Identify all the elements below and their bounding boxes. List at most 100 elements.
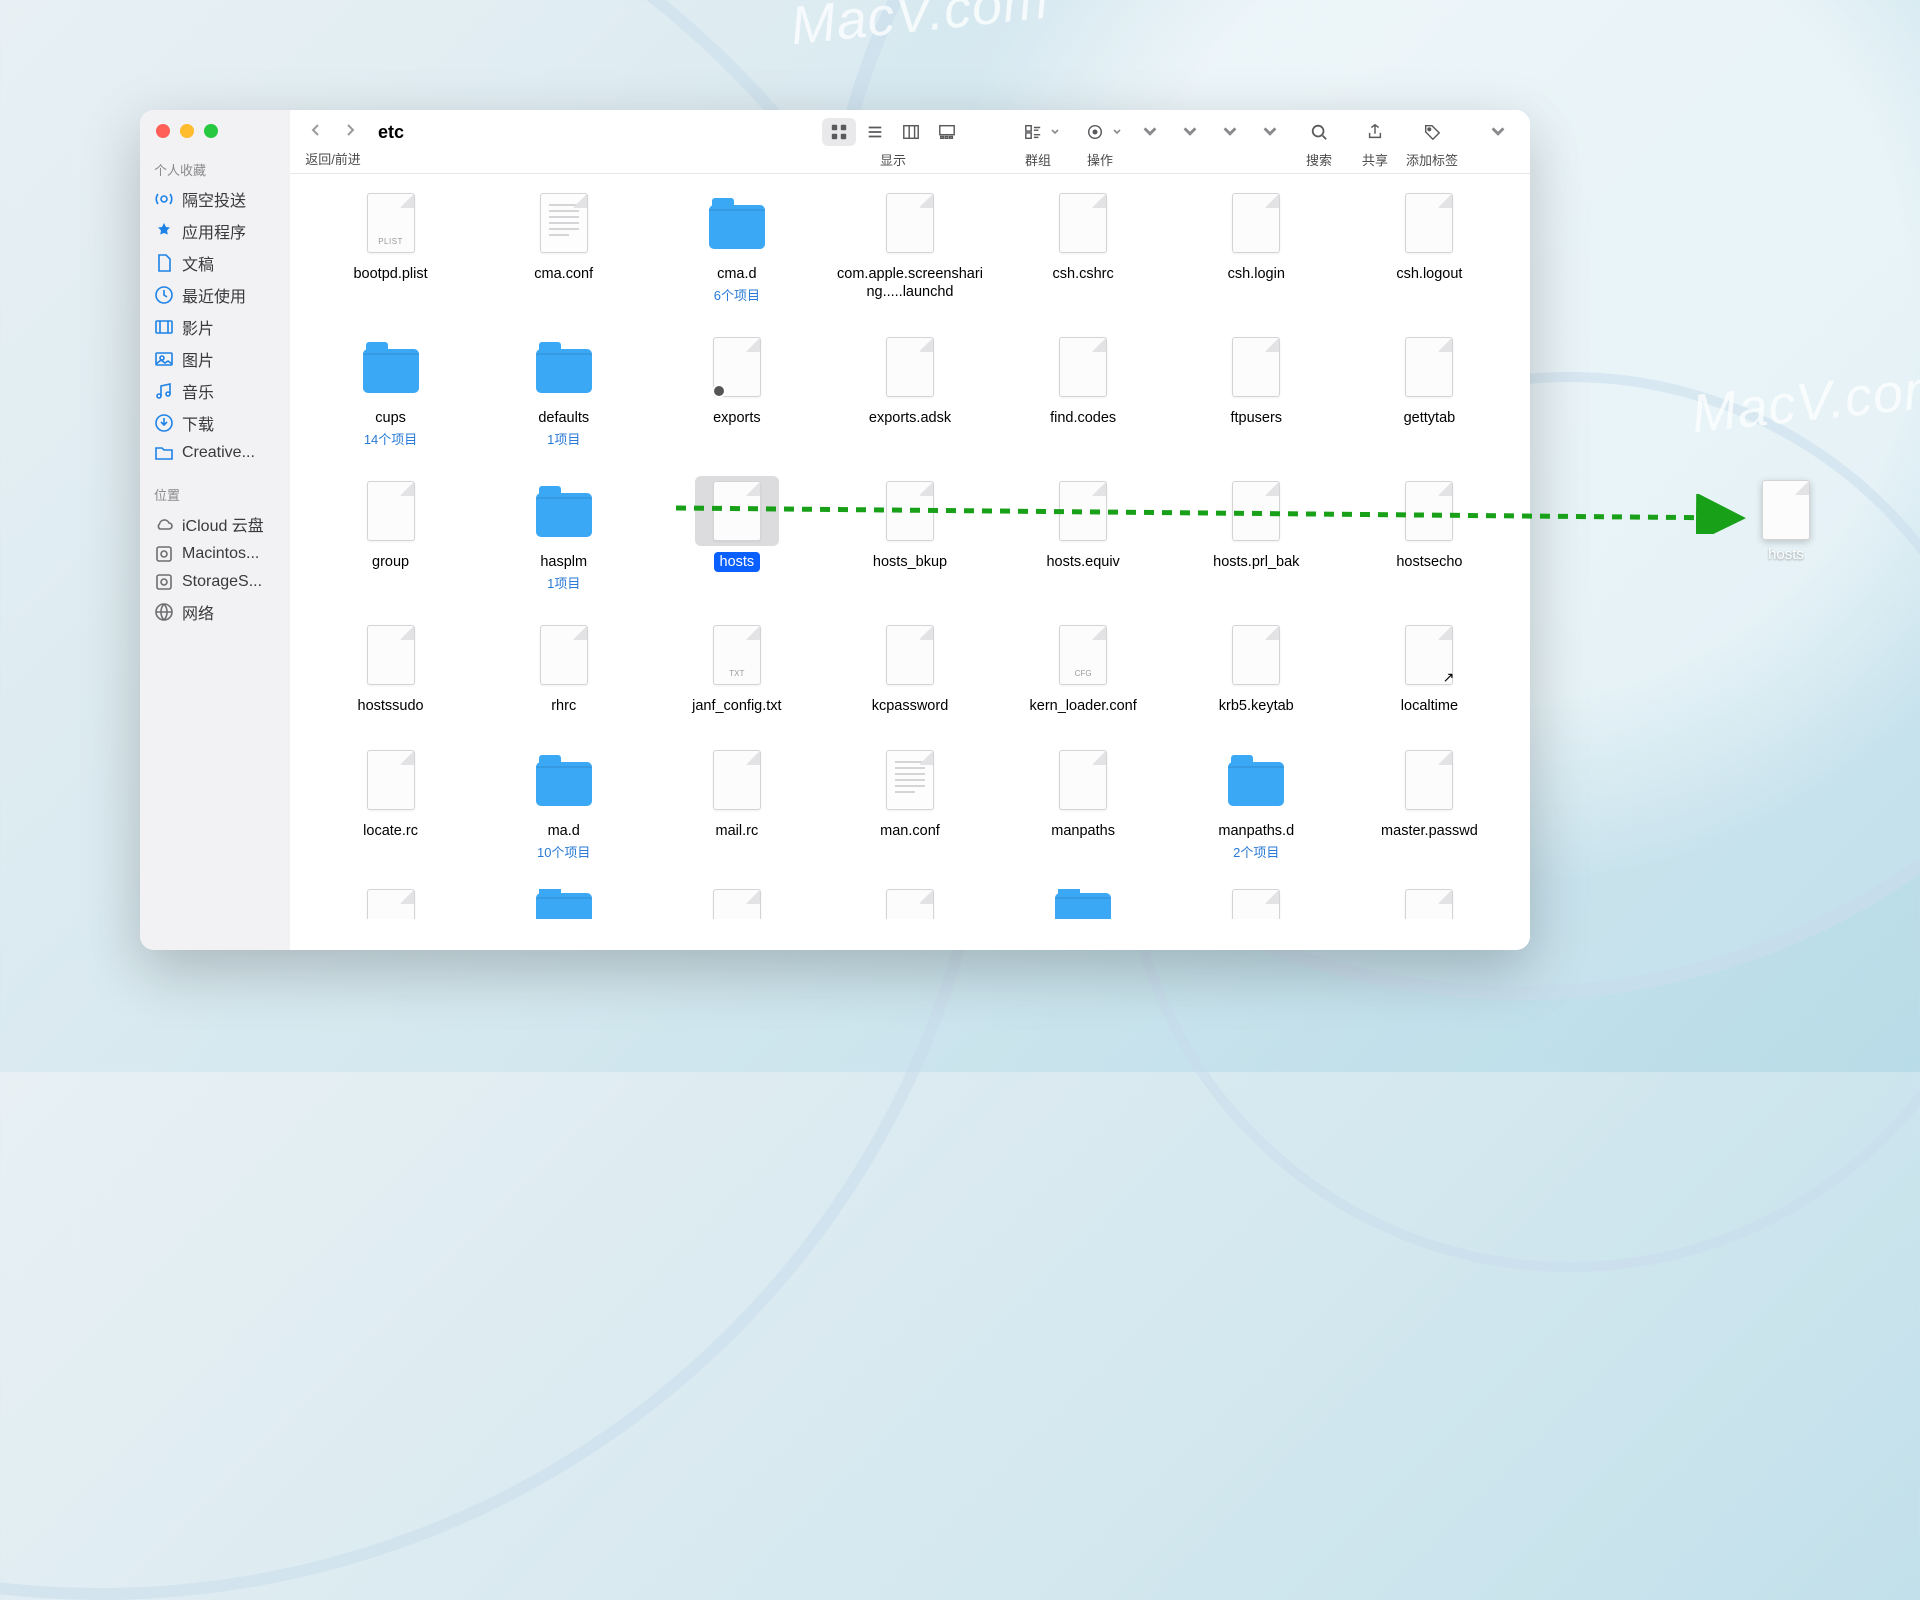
sidebar-item-folder[interactable]: Creative... [140,439,290,467]
file-thumb [1041,745,1125,815]
file-item[interactable]: manpaths [997,745,1170,861]
file-item[interactable]: rhrc [477,620,650,716]
file-item[interactable]: defaults1项目 [477,332,650,448]
file-item[interactable]: group [304,476,477,592]
close-button[interactable] [156,124,170,138]
finder-window: 个人收藏 隔空投送应用程序文稿最近使用影片图片音乐下载Creative... 位… [140,110,1530,950]
minimize-button[interactable] [180,124,194,138]
file-item[interactable]: hosts.prl_bak [1170,476,1343,592]
file-thumb [1041,476,1125,546]
sidebar-item-apps[interactable]: 应用程序 [140,215,290,247]
file-item[interactable]: find.codes [997,332,1170,448]
file-item[interactable]: locate.rc [304,745,477,861]
file-item[interactable] [650,889,823,919]
sidebar-item-photo[interactable]: 图片 [140,343,290,375]
sidebar-item-disk[interactable]: Macintos... [140,540,290,568]
file-thumb [1387,188,1471,258]
file-item[interactable]: csh.cshrc [997,188,1170,304]
sidebar-item-disk[interactable]: StorageS... [140,568,290,596]
toolbar-dropdown-1[interactable] [1134,118,1168,146]
forward-button[interactable] [342,122,358,143]
file-item[interactable]: hostssudo [304,620,477,716]
file-icon [1059,750,1107,810]
file-label: manpaths.d [1212,821,1300,841]
file-item[interactable]: kern_loader.conf [997,620,1170,716]
file-item[interactable]: exports.adsk [823,332,996,448]
file-item[interactable]: com.apple.screensharing.....launchd [823,188,996,304]
view-columns-button[interactable] [894,118,928,146]
file-item[interactable]: mail.rc [650,745,823,861]
file-label: kern_loader.conf [1024,696,1143,716]
file-icon [713,750,761,810]
sidebar-item-clock[interactable]: 最近使用 [140,279,290,311]
file-item[interactable]: csh.logout [1343,188,1516,304]
sidebar-item-doc[interactable]: 文稿 [140,247,290,279]
file-item[interactable]: ftpusers [1170,332,1343,448]
file-item[interactable]: master.passwd [1343,745,1516,861]
folder-icon [1055,893,1111,919]
file-icon [713,481,761,541]
file-item[interactable]: gettytab [1343,332,1516,448]
file-icon [540,193,588,253]
file-item[interactable] [304,889,477,919]
toolbar-dropdown-2[interactable] [1174,118,1208,146]
file-item[interactable]: exports [650,332,823,448]
file-item[interactable]: kcpassword [823,620,996,716]
file-item[interactable] [823,889,996,919]
file-icon [367,889,415,919]
action-button[interactable] [1078,118,1112,146]
file-item[interactable]: manpaths.d2个项目 [1170,745,1343,861]
view-gallery-button[interactable] [930,118,964,146]
sidebar-item-movie[interactable]: 影片 [140,311,290,343]
file-label: hasplm [534,552,593,572]
file-item[interactable] [1170,889,1343,919]
file-icon [540,625,588,685]
file-item[interactable]: hosts_bkup [823,476,996,592]
search-button[interactable] [1302,118,1336,146]
share-button[interactable] [1358,118,1392,146]
toolbar-overflow[interactable] [1482,118,1516,146]
file-item[interactable]: hosts.equiv [997,476,1170,592]
file-item[interactable]: man.conf [823,745,996,861]
sidebar-item-cloud[interactable]: iCloud 云盘 [140,508,290,540]
file-label: com.apple.screensharing.....launchd [830,264,990,302]
sidebar-item-music[interactable]: 音乐 [140,375,290,407]
file-thumb [1214,889,1298,919]
file-thumb [522,889,606,919]
file-item[interactable]: csh.login [1170,188,1343,304]
view-list-button[interactable] [858,118,892,146]
file-item[interactable]: cups14个项目 [304,332,477,448]
sidebar-item-airdrop[interactable]: 隔空投送 [140,183,290,215]
file-item[interactable]: hosts [650,476,823,592]
zoom-button[interactable] [204,124,218,138]
file-thumb [349,745,433,815]
sidebar-item-globe[interactable]: 网络 [140,596,290,628]
file-thumb [1387,332,1471,402]
view-icons-button[interactable] [822,118,856,146]
file-icon [886,750,934,810]
file-icon [1059,193,1107,253]
file-item[interactable]: krb5.keytab [1170,620,1343,716]
file-item[interactable] [1343,889,1516,919]
file-grid-area[interactable]: bootpd.plistcma.confcma.d6个项目com.apple.s… [290,174,1530,950]
group-button[interactable] [1016,118,1050,146]
file-item[interactable]: ↗localtime [1343,620,1516,716]
file-item[interactable]: hostsecho [1343,476,1516,592]
toolbar-dropdown-3[interactable] [1214,118,1248,146]
file-icon [1232,481,1280,541]
file-item[interactable]: cma.d6个项目 [650,188,823,304]
file-icon [1059,625,1107,685]
file-item[interactable]: bootpd.plist [304,188,477,304]
file-item[interactable]: ma.d10个项目 [477,745,650,861]
desktop-file-hosts[interactable]: hosts [1762,480,1810,563]
file-item[interactable] [997,889,1170,919]
tags-button[interactable] [1415,118,1449,146]
file-item[interactable] [477,889,650,919]
back-button[interactable] [308,122,324,143]
file-item[interactable]: hasplm1项目 [477,476,650,592]
sidebar-item-download[interactable]: 下载 [140,407,290,439]
file-thumb [1041,188,1125,258]
toolbar-dropdown-4[interactable] [1254,118,1288,146]
file-item[interactable]: cma.conf [477,188,650,304]
file-item[interactable]: janf_config.txt [650,620,823,716]
